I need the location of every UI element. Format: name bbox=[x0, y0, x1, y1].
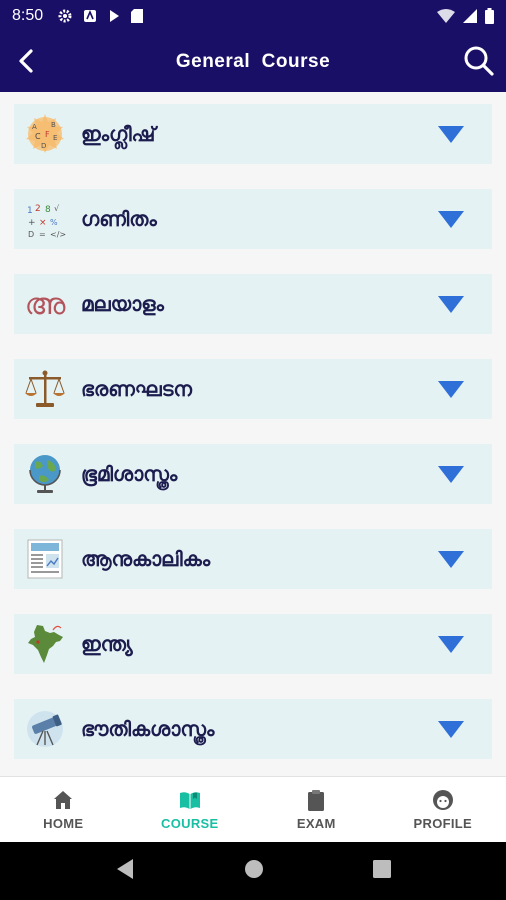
scales-icon bbox=[23, 367, 67, 411]
clipboard-icon bbox=[308, 790, 325, 811]
svg-text:√: √ bbox=[54, 204, 60, 213]
app-notification-icon bbox=[84, 9, 97, 22]
signal-icon bbox=[463, 9, 477, 23]
home-icon bbox=[54, 791, 73, 809]
subject-card-constitution[interactable]: ഭരണഘടന bbox=[14, 359, 492, 419]
play-store-icon bbox=[110, 10, 120, 22]
settings-gear-icon bbox=[58, 9, 72, 23]
nav-home[interactable]: HOME bbox=[0, 777, 127, 842]
nav-exam[interactable]: EXAM bbox=[253, 777, 380, 842]
search-icon[interactable] bbox=[462, 44, 496, 78]
subject-card-malayalam[interactable]: അ മലയാളം bbox=[14, 274, 492, 334]
subject-label: ആനുകാലികം bbox=[81, 547, 211, 571]
svg-text:C: C bbox=[35, 132, 41, 141]
india-map-icon bbox=[23, 622, 67, 666]
subject-list: A B C F E D ഇംഗ്ലീഷ് 1 2 8 √ + × % D = < bbox=[0, 92, 506, 776]
nav-label: EXAM bbox=[296, 816, 336, 831]
subject-label: മലയാളം bbox=[81, 292, 164, 316]
subject-label: ഇന്ത്യ bbox=[81, 632, 133, 656]
telescope-icon bbox=[23, 707, 67, 751]
chevron-down-icon[interactable] bbox=[438, 381, 464, 398]
system-navigation-bar bbox=[0, 842, 506, 900]
globe-icon bbox=[23, 452, 67, 496]
svg-text:8: 8 bbox=[45, 205, 51, 215]
malayalam-letter-glyph: അ bbox=[24, 286, 66, 322]
chevron-down-icon[interactable] bbox=[438, 466, 464, 483]
malayalam-letter-icon: അ bbox=[23, 282, 67, 326]
subject-card-physics[interactable]: ഭൗതികശാസ്ത്രം bbox=[14, 699, 492, 759]
subject-label: ഭൗതികശാസ്ത്രം bbox=[81, 717, 215, 741]
svg-text:×: × bbox=[39, 218, 47, 228]
subject-label: ഗണിതം bbox=[81, 207, 157, 231]
nav-label: COURSE bbox=[161, 816, 219, 831]
system-home-icon[interactable] bbox=[244, 859, 264, 883]
chevron-down-icon[interactable] bbox=[438, 636, 464, 653]
nav-label: HOME bbox=[43, 816, 84, 831]
wifi-icon bbox=[437, 9, 455, 23]
chevron-down-icon[interactable] bbox=[438, 551, 464, 568]
subject-label: ഭൂമിശാസ്ത്രം bbox=[81, 462, 178, 486]
nav-course[interactable]: COURSE bbox=[127, 777, 254, 842]
subject-card-geography[interactable]: ഭൂമിശാസ്ത്രം bbox=[14, 444, 492, 504]
battery-icon bbox=[485, 8, 494, 24]
subject-label: ഇംഗ്ലീഷ് bbox=[81, 122, 156, 146]
svg-text:+: + bbox=[28, 218, 36, 228]
svg-text:D: D bbox=[41, 142, 46, 150]
svg-text:</>: </> bbox=[50, 230, 66, 239]
svg-text:1: 1 bbox=[27, 206, 33, 216]
status-bar: 8:50 bbox=[0, 0, 506, 32]
svg-text:2: 2 bbox=[35, 204, 41, 214]
subject-card-india[interactable]: ഇന്ത്യ bbox=[14, 614, 492, 674]
profile-icon bbox=[432, 790, 453, 810]
english-letters-icon: A B C F E D bbox=[23, 112, 67, 156]
subject-label: ഭരണഘടന bbox=[81, 377, 192, 401]
system-back-icon[interactable] bbox=[115, 858, 135, 884]
sd-card-icon bbox=[131, 9, 144, 23]
svg-text:F: F bbox=[45, 130, 50, 139]
subject-card-english[interactable]: A B C F E D ഇംഗ്ലീഷ് bbox=[14, 104, 492, 164]
svg-text:E: E bbox=[53, 134, 57, 142]
svg-text:=: = bbox=[39, 230, 46, 239]
system-recents-icon[interactable] bbox=[373, 860, 392, 882]
document-icon bbox=[23, 537, 67, 581]
status-time: 8:50 bbox=[12, 7, 44, 24]
chevron-down-icon[interactable] bbox=[438, 721, 464, 738]
app-bar: General Course bbox=[0, 32, 506, 92]
math-icon: 1 2 8 √ + × % D = </> bbox=[23, 197, 67, 241]
nav-profile[interactable]: PROFILE bbox=[380, 777, 506, 842]
subject-card-math[interactable]: 1 2 8 √ + × % D = </> ഗണിതം bbox=[14, 189, 492, 249]
svg-text:D: D bbox=[28, 230, 34, 239]
chevron-down-icon[interactable] bbox=[438, 211, 464, 228]
bottom-navigation: HOME COURSE EXAM PROFILE bbox=[0, 776, 506, 842]
page-title: General Course bbox=[175, 51, 331, 72]
back-arrow-icon[interactable] bbox=[12, 46, 42, 76]
subject-card-current-affairs[interactable]: ആനുകാലികം bbox=[14, 529, 492, 589]
book-icon bbox=[179, 792, 200, 809]
chevron-down-icon[interactable] bbox=[438, 296, 464, 313]
nav-label: PROFILE bbox=[413, 816, 472, 831]
chevron-down-icon[interactable] bbox=[438, 126, 464, 143]
svg-text:B: B bbox=[51, 121, 56, 129]
svg-text:%: % bbox=[50, 218, 58, 227]
svg-text:A: A bbox=[32, 123, 37, 131]
